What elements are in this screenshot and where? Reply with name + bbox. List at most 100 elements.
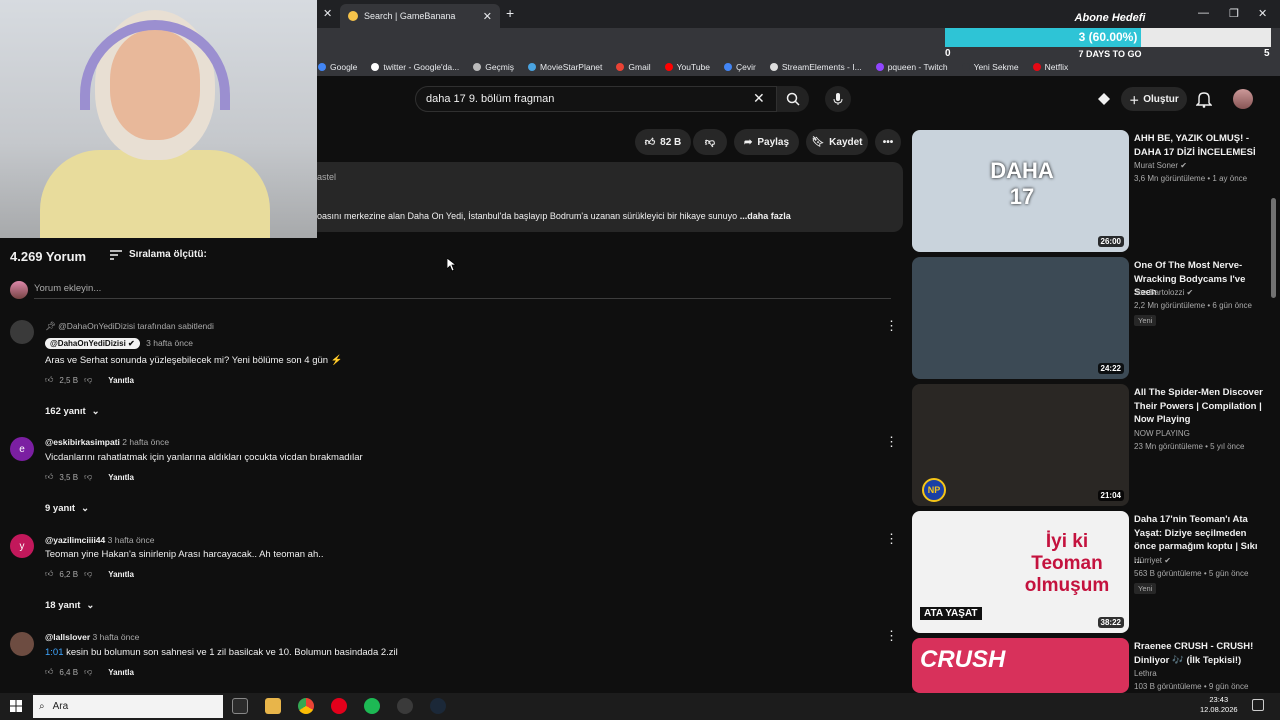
minimize-icon[interactable]: — <box>1198 7 1209 19</box>
comment-menu-icon[interactable]: ⋮ <box>885 531 898 547</box>
create-label: Oluştur <box>1143 93 1179 105</box>
comment-avatar[interactable]: e <box>10 437 34 461</box>
task-view-icon[interactable] <box>232 698 248 714</box>
replies-toggle[interactable]: 9 yanıt ⌄ <box>45 503 89 514</box>
video-channel[interactable]: NOW PLAYING <box>1134 429 1190 438</box>
bookmark-item[interactable]: pqueen - Twitch <box>875 62 948 72</box>
bookmark-item[interactable]: Gmail <box>616 62 651 72</box>
voice-search-button[interactable] <box>825 86 851 112</box>
thumbs-up-icon[interactable]: 👍︎ <box>45 375 53 385</box>
author-name: @DahaOnYediDizisi <box>50 339 126 348</box>
sort-label: Sıralama ölçütü: <box>129 249 207 260</box>
account-avatar[interactable] <box>1233 89 1253 109</box>
more-actions-button[interactable]: ••• <box>875 129 901 155</box>
comment-menu-icon[interactable]: ⋮ <box>885 434 898 450</box>
reply-button[interactable]: Yanıtla <box>108 668 134 677</box>
clear-search-icon[interactable]: ✕ <box>753 90 765 107</box>
sort-button[interactable]: Sıralama ölçütü: <box>110 249 207 260</box>
video-duration: 26:00 <box>1097 236 1124 247</box>
headphones-shape <box>80 20 230 110</box>
save-button[interactable]: 🔖︎ Kaydet <box>806 129 868 155</box>
replies-toggle[interactable]: 162 yanıt ⌄ <box>45 406 100 417</box>
video-thumbnail[interactable]: DAHA 17 26:00 <box>912 130 1129 252</box>
bookmark-item[interactable]: Çevir <box>724 62 756 72</box>
search-button[interactable] <box>777 86 809 112</box>
reply-button[interactable]: Yanıtla <box>108 473 134 482</box>
description-box[interactable] <box>317 162 903 232</box>
thumbs-down-icon[interactable]: 👎︎ <box>84 375 92 385</box>
like-button[interactable]: 👍︎ 82 B <box>635 129 691 155</box>
obs-icon[interactable] <box>397 698 413 714</box>
spotify-icon[interactable] <box>364 698 380 714</box>
dislike-button[interactable]: 👎︎ <box>693 129 727 155</box>
thumbs-down-icon: 👎︎ <box>704 137 716 148</box>
thumbs-up-icon[interactable]: 👍︎ <box>45 472 53 482</box>
replies-toggle[interactable]: 18 yanıt ⌄ <box>45 600 94 611</box>
bookmark-item[interactable]: Google <box>318 62 357 72</box>
comment-avatar[interactable]: y <box>10 534 34 558</box>
comment-avatar[interactable] <box>10 320 34 344</box>
comment-author[interactable]: @eskibirkasimpati <box>45 437 120 447</box>
video-channel[interactable]: Joe Bartolozzi ✔ <box>1134 288 1193 297</box>
bell-icon[interactable] <box>1196 90 1212 108</box>
video-thumbnail[interactable]: NP 21:04 <box>912 384 1129 506</box>
taskbar-search[interactable]: ⌕ Ara <box>33 695 223 718</box>
file-explorer-icon[interactable] <box>265 698 281 714</box>
video-channel[interactable]: Lethra <box>1134 669 1157 678</box>
browser-tab[interactable]: Search | GameBanana ✕ <box>340 4 500 28</box>
video-channel[interactable]: Hürriyet ✔ <box>1134 556 1171 565</box>
scrollbar-thumb[interactable] <box>1271 198 1276 298</box>
comment-avatar[interactable] <box>10 632 34 656</box>
thumbs-down-icon[interactable]: 👎︎ <box>84 472 92 482</box>
add-comment-input[interactable]: Yorum ekleyin... <box>34 283 891 299</box>
bookmark-favicon-icon <box>371 63 380 71</box>
reply-button[interactable]: Yanıtla <box>108 570 134 579</box>
tab-title: Search | GameBanana <box>364 11 456 21</box>
bookmark-item[interactable]: Yeni Sekme <box>961 62 1019 72</box>
share-button[interactable]: ➦ Paylaş <box>734 129 799 155</box>
video-thumbnail[interactable]: İyi ki Teoman olmuşum ATA YAŞAT 38:22 <box>912 511 1129 633</box>
video-title[interactable]: AHH BE, YAZIK OLMUŞ! - DAHA 17 DİZİ İNCE… <box>1134 132 1266 159</box>
timestamp-link[interactable]: 1:01 <box>45 647 64 658</box>
video-thumbnail[interactable]: CRUSH <box>912 638 1129 693</box>
search-input[interactable]: daha 17 9. bölüm fragman <box>415 86 777 112</box>
add-comment-placeholder: Yorum ekleyin... <box>34 283 102 294</box>
restore-icon[interactable]: ❐ <box>1229 7 1239 20</box>
new-tab-icon[interactable]: + <box>506 5 514 21</box>
video-stats: 23 Mn görüntüleme • 5 yıl önce <box>1134 441 1245 451</box>
thumbs-up-icon[interactable]: 👍︎ <box>45 667 53 677</box>
show-more-link[interactable]: ...daha fazla <box>740 211 791 221</box>
comment-menu-icon[interactable]: ⋮ <box>885 628 898 644</box>
chrome-icon[interactable] <box>298 698 314 714</box>
video-title[interactable]: All The Spider-Men Discover Their Powers… <box>1134 386 1266 427</box>
comment-author[interactable]: @lallslover <box>45 632 90 642</box>
thumbs-up-icon[interactable]: 👍︎ <box>45 569 53 579</box>
video-thumbnail[interactable]: 24:22 <box>912 257 1129 379</box>
bookmark-item[interactable]: MovieStarPlanet <box>528 62 602 72</box>
bookmark-item[interactable]: Netflix <box>1032 62 1068 72</box>
close-icon[interactable]: ✕ <box>323 7 332 20</box>
video-channel[interactable]: Murat Soner ✔ <box>1134 161 1187 170</box>
close-icon[interactable]: ✕ <box>483 10 492 23</box>
windows-start-icon[interactable] <box>10 700 22 712</box>
create-button[interactable]: ＋ Oluştur <box>1121 87 1187 111</box>
bookmark-icon: 🔖︎ <box>811 136 825 148</box>
steam-icon[interactable] <box>430 698 446 714</box>
opera-icon[interactable] <box>331 698 347 714</box>
webcam-person-body <box>40 150 270 238</box>
reply-button[interactable]: Yanıtla <box>108 376 134 385</box>
close-window-icon[interactable]: ✕ <box>1258 7 1267 20</box>
bookmark-item[interactable]: Geçmiş <box>473 62 514 72</box>
thumbs-down-icon[interactable]: 👎︎ <box>84 667 92 677</box>
thumbs-down-icon[interactable]: 👎︎ <box>84 569 92 579</box>
video-title[interactable]: Rraenee CRUSH - CRUSH! Dinliyor 🎶 (İlk T… <box>1134 640 1266 667</box>
bookmark-item[interactable]: YouTube <box>664 62 710 72</box>
comment-author[interactable]: @DahaOnYediDizisi ✔ <box>45 338 140 349</box>
youtube-create-icon[interactable] <box>1096 91 1112 107</box>
comment-menu-icon[interactable]: ⋮ <box>885 318 898 334</box>
comment-author[interactable]: @yazilimciiii44 <box>45 535 105 545</box>
notification-icon[interactable] <box>1252 699 1264 711</box>
share-label: Paylaş <box>757 136 790 148</box>
bookmark-item[interactable]: twitter - Google'da... <box>371 62 459 72</box>
bookmark-item[interactable]: StreamElements - I... <box>769 62 862 72</box>
